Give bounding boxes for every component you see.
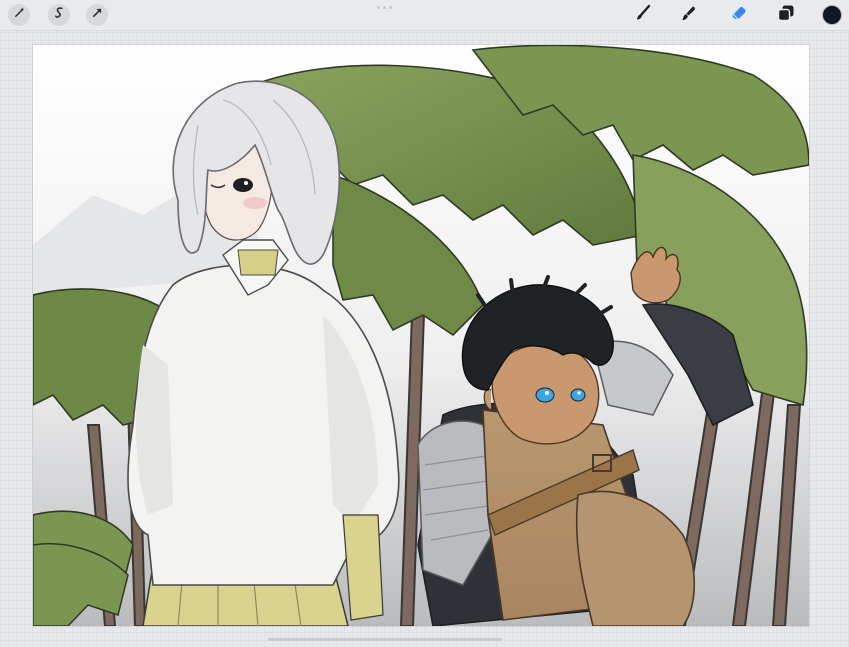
- color-swatch[interactable]: [822, 5, 842, 25]
- layers-icon: [776, 3, 796, 28]
- eraser-icon: [729, 3, 749, 28]
- transform-icon: [91, 6, 104, 24]
- adjustments-button[interactable]: [8, 4, 30, 26]
- smudge-icon: [679, 3, 699, 28]
- top-toolbar: [0, 0, 849, 31]
- artwork: [33, 45, 809, 626]
- brush-button[interactable]: [632, 4, 654, 26]
- smudge-button[interactable]: [678, 4, 700, 26]
- eraser-button[interactable]: [728, 4, 750, 26]
- procreate-app: [0, 0, 849, 647]
- adjustments-icon: [13, 6, 26, 24]
- selection-icon: [53, 6, 66, 24]
- selection-button[interactable]: [48, 4, 70, 26]
- brush-icon: [633, 3, 653, 28]
- layers-button[interactable]: [775, 4, 797, 26]
- grabber-handle[interactable]: [377, 6, 392, 9]
- transform-button[interactable]: [86, 4, 108, 26]
- drawing-canvas[interactable]: [33, 45, 809, 626]
- home-indicator: [268, 638, 502, 641]
